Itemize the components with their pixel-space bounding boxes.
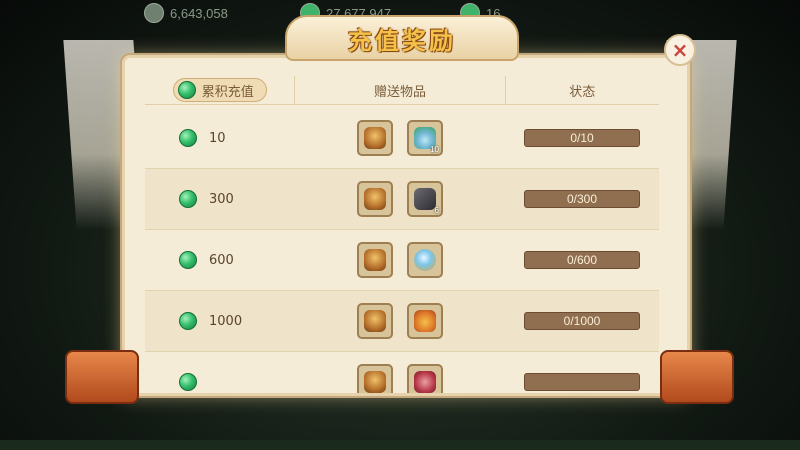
- reward-item-slot[interactable]: [407, 364, 443, 393]
- close-button[interactable]: ×: [664, 34, 696, 66]
- crystal-orb-icon: [414, 249, 436, 271]
- progress-text: 0/1000: [563, 314, 601, 328]
- close-icon: ×: [671, 38, 689, 62]
- gift-items-cell: 10: [295, 120, 505, 156]
- status-cell: 0/10: [505, 129, 659, 147]
- treasure-bag-icon: [364, 127, 386, 149]
- header-accum-recharge: 累积充值: [145, 76, 294, 104]
- progress-text: 0/10: [570, 131, 594, 145]
- progress-bar: [524, 373, 640, 391]
- dialog-title: 充值奖励: [348, 25, 456, 55]
- treasure-bag-icon: [364, 188, 386, 210]
- gift-items-cell: [295, 303, 505, 339]
- progress-bar: 0/300: [524, 190, 640, 208]
- bottom-strip: [0, 440, 800, 450]
- header-gifts: 赠送物品: [294, 76, 506, 104]
- header-accum-label: 累积充值: [201, 84, 254, 100]
- reward-rows: 10 10 0/10 300 6 0/300 600 0/600 1000 0/1000: [145, 108, 659, 393]
- header-status: 状态: [569, 84, 596, 100]
- accum-recharge-pill: 累积充值: [172, 78, 267, 102]
- progress-text: 0/300: [566, 192, 598, 206]
- silver-amount: 6,643,058: [170, 5, 228, 21]
- reward-item-slot[interactable]: 10: [407, 120, 443, 156]
- title-plate: 充值奖励: [285, 15, 519, 61]
- recharge-amount-cell: 1000: [145, 312, 295, 330]
- silver-coin-icon: [144, 3, 164, 23]
- recharge-amount-cell: 600: [145, 251, 295, 269]
- reward-row: 300 6 0/300: [145, 169, 659, 230]
- reward-row: 1000 0/1000: [145, 291, 659, 352]
- treasure-bag-icon: [364, 249, 386, 271]
- progress-bar: 0/1000: [524, 312, 640, 330]
- reward-item-slot[interactable]: [407, 242, 443, 278]
- status-cell: 0/1000: [505, 312, 659, 330]
- dark-blade-icon: [414, 188, 436, 210]
- progress-bar: 0/10: [524, 129, 640, 147]
- jade-gem-icon: [177, 81, 196, 99]
- recharge-amount: 1000: [209, 313, 243, 329]
- table-header: 累积充值 赠送物品 状态: [145, 76, 659, 105]
- status-cell: 0/300: [505, 190, 659, 208]
- jade-gem-icon: [179, 312, 197, 330]
- recharge-amount-cell: [145, 373, 295, 391]
- recharge-amount-cell: 10: [145, 129, 295, 147]
- silver-resource: 6,643,058: [144, 3, 228, 23]
- lucky-pouch-icon: [414, 310, 436, 332]
- progress-bar: 0/600: [524, 251, 640, 269]
- reward-item-slot[interactable]: [357, 181, 393, 217]
- reward-item-slot[interactable]: [357, 242, 393, 278]
- status-cell: [505, 373, 659, 391]
- reward-row: 10 10 0/10: [145, 108, 659, 169]
- reward-item-slot[interactable]: [407, 303, 443, 339]
- reward-row: 600 0/600: [145, 230, 659, 291]
- jade-gem-icon: [179, 190, 197, 208]
- recharge-amount: 10: [209, 130, 226, 146]
- status-cell: 0/600: [505, 251, 659, 269]
- reward-row: [145, 352, 659, 393]
- jade-gem-icon: [179, 251, 197, 269]
- recharge-amount-cell: 300: [145, 190, 295, 208]
- reward-item-slot[interactable]: 6: [407, 181, 443, 217]
- progress-text: 0/600: [566, 253, 598, 267]
- reward-item-slot[interactable]: [357, 120, 393, 156]
- treasure-chest-icon: [65, 350, 139, 404]
- gift-items-cell: [295, 364, 505, 393]
- gift-items-cell: [295, 242, 505, 278]
- item-quantity: 10: [430, 145, 439, 154]
- reward-item-slot[interactable]: [357, 364, 393, 393]
- red-gift-icon: [414, 371, 436, 393]
- treasure-chest-icon: [660, 350, 734, 404]
- recharge-amount: 300: [209, 191, 234, 207]
- treasure-bag-icon: [364, 310, 386, 332]
- reward-item-slot[interactable]: [357, 303, 393, 339]
- recharge-reward-panel: 累积充值 赠送物品 状态 10 10 0/10 300 6 0/300 600 0/600 10…: [122, 55, 690, 396]
- recharge-amount: 600: [209, 252, 234, 268]
- jade-gem-icon: [179, 129, 197, 147]
- treasure-bag-icon: [364, 371, 386, 393]
- gift-items-cell: 6: [295, 181, 505, 217]
- item-quantity: 6: [434, 206, 439, 215]
- jade-gem-icon: [179, 373, 197, 391]
